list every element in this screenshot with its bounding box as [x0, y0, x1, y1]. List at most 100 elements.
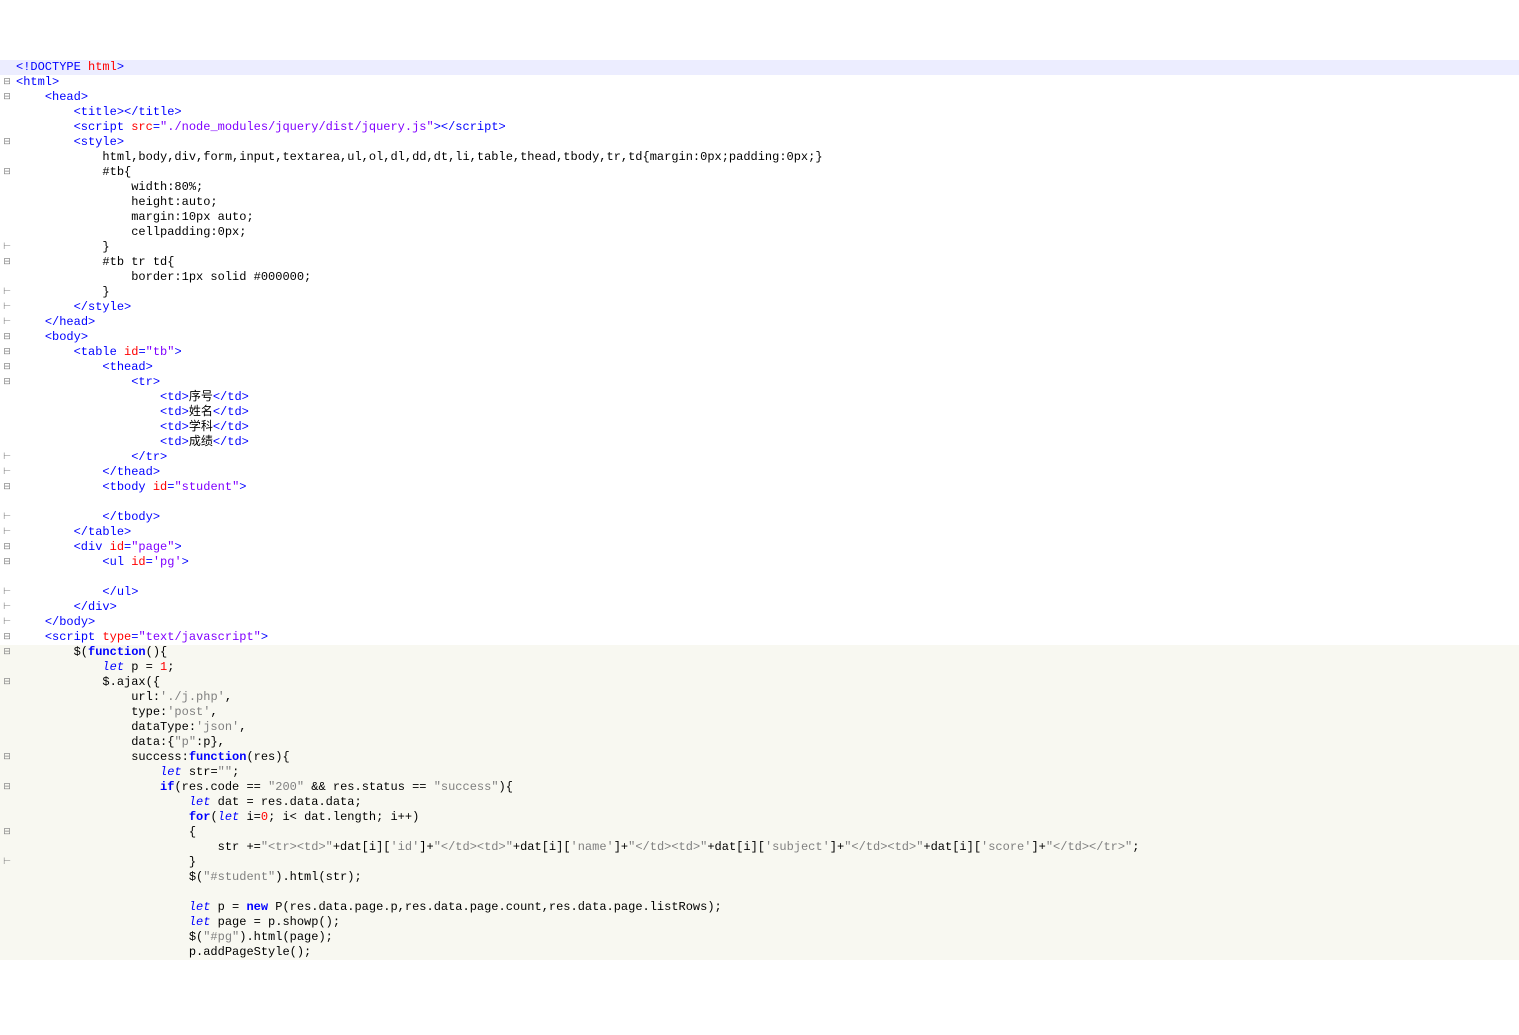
fold-gutter[interactable] — [0, 180, 14, 195]
code-line[interactable]: ⊟ <ul id='pg'> — [0, 555, 1519, 570]
code-content[interactable]: <thead> — [14, 360, 1519, 375]
code-content[interactable]: <ul id='pg'> — [14, 555, 1519, 570]
code-line[interactable]: height:auto; — [0, 195, 1519, 210]
fold-gutter[interactable] — [0, 900, 14, 915]
code-content[interactable]: $.ajax({ — [14, 675, 1519, 690]
code-content[interactable]: <tr> — [14, 375, 1519, 390]
code-line[interactable]: let p = new P(res.data.page.p,res.data.p… — [0, 900, 1519, 915]
code-content[interactable]: let p = 1; — [14, 660, 1519, 675]
code-line[interactable]: str +="<tr><td>"+dat[i]['id']+"</td><td>… — [0, 840, 1519, 855]
code-content[interactable]: } — [14, 855, 1519, 870]
fold-gutter[interactable]: ⊢ — [0, 600, 14, 615]
fold-gutter[interactable] — [0, 105, 14, 120]
code-line[interactable]: ⊟ if(res.code == "200" && res.status == … — [0, 780, 1519, 795]
code-content[interactable]: </head> — [14, 315, 1519, 330]
fold-gutter[interactable] — [0, 210, 14, 225]
code-line[interactable]: dataType:'json', — [0, 720, 1519, 735]
fold-gutter[interactable] — [0, 840, 14, 855]
code-line[interactable]: ⊟ <tr> — [0, 375, 1519, 390]
code-content[interactable]: <tbody id="student"> — [14, 480, 1519, 495]
fold-gutter[interactable]: ⊟ — [0, 345, 14, 360]
fold-gutter[interactable] — [0, 930, 14, 945]
fold-gutter[interactable] — [0, 915, 14, 930]
code-line[interactable]: ⊟ <tbody id="student"> — [0, 480, 1519, 495]
code-content[interactable]: </thead> — [14, 465, 1519, 480]
code-line[interactable]: ⊟ <head> — [0, 90, 1519, 105]
code-content[interactable]: </tbody> — [14, 510, 1519, 525]
code-editor[interactable]: <!DOCTYPE html>⊟<html>⊟ <head> <title></… — [0, 60, 1519, 960]
code-content[interactable]: <body> — [14, 330, 1519, 345]
code-line[interactable]: let p = 1; — [0, 660, 1519, 675]
code-line[interactable]: ⊟ <table id="tb"> — [0, 345, 1519, 360]
code-line[interactable]: ⊢ </tr> — [0, 450, 1519, 465]
code-content[interactable]: <td>序号</td> — [14, 390, 1519, 405]
code-content[interactable]: </style> — [14, 300, 1519, 315]
code-line[interactable]: ⊢ </head> — [0, 315, 1519, 330]
code-line[interactable]: <td>成绩</td> — [0, 435, 1519, 450]
fold-gutter[interactable]: ⊟ — [0, 90, 14, 105]
code-content[interactable]: $(function(){ — [14, 645, 1519, 660]
code-content[interactable]: cellpadding:0px; — [14, 225, 1519, 240]
fold-gutter[interactable]: ⊢ — [0, 285, 14, 300]
fold-gutter[interactable] — [0, 435, 14, 450]
code-content[interactable]: <head> — [14, 90, 1519, 105]
code-line[interactable]: ⊟ { — [0, 825, 1519, 840]
code-content[interactable]: <style> — [14, 135, 1519, 150]
code-line[interactable]: for(let i=0; i< dat.length; i++) — [0, 810, 1519, 825]
fold-gutter[interactable] — [0, 120, 14, 135]
code-content[interactable]: p.addPageStyle(); — [14, 945, 1519, 960]
code-content[interactable]: success:function(res){ — [14, 750, 1519, 765]
code-content[interactable]: <td>成绩</td> — [14, 435, 1519, 450]
code-line[interactable]: data:{"p":p}, — [0, 735, 1519, 750]
code-line[interactable]: ⊟ <div id="page"> — [0, 540, 1519, 555]
code-content[interactable]: $("#student").html(str); — [14, 870, 1519, 885]
fold-gutter[interactable] — [0, 405, 14, 420]
code-content[interactable] — [14, 570, 1519, 585]
code-line[interactable]: ⊟ success:function(res){ — [0, 750, 1519, 765]
code-line[interactable]: ⊟ <thead> — [0, 360, 1519, 375]
fold-gutter[interactable] — [0, 735, 14, 750]
fold-gutter[interactable]: ⊢ — [0, 585, 14, 600]
code-content[interactable]: #tb tr td{ — [14, 255, 1519, 270]
code-line[interactable]: let str=""; — [0, 765, 1519, 780]
code-content[interactable]: } — [14, 240, 1519, 255]
fold-gutter[interactable] — [0, 885, 14, 900]
code-content[interactable]: <td>姓名</td> — [14, 405, 1519, 420]
code-line[interactable]: ⊢ </table> — [0, 525, 1519, 540]
code-line[interactable]: ⊟ $.ajax({ — [0, 675, 1519, 690]
fold-gutter[interactable]: ⊟ — [0, 135, 14, 150]
fold-gutter[interactable] — [0, 870, 14, 885]
fold-gutter[interactable]: ⊢ — [0, 450, 14, 465]
code-line[interactable]: <td>学科</td> — [0, 420, 1519, 435]
code-line[interactable]: border:1px solid #000000; — [0, 270, 1519, 285]
code-content[interactable]: } — [14, 285, 1519, 300]
code-content[interactable]: let p = new P(res.data.page.p,res.data.p… — [14, 900, 1519, 915]
code-content[interactable]: html,body,div,form,input,textarea,ul,ol,… — [14, 150, 1519, 165]
code-content[interactable]: str +="<tr><td>"+dat[i]['id']+"</td><td>… — [14, 840, 1519, 855]
code-content[interactable]: let str=""; — [14, 765, 1519, 780]
fold-gutter[interactable] — [0, 810, 14, 825]
code-line[interactable]: ⊢ </tbody> — [0, 510, 1519, 525]
code-content[interactable]: margin:10px auto; — [14, 210, 1519, 225]
code-line[interactable] — [0, 495, 1519, 510]
code-content[interactable]: </body> — [14, 615, 1519, 630]
fold-gutter[interactable] — [0, 570, 14, 585]
code-content[interactable]: #tb{ — [14, 165, 1519, 180]
code-content[interactable]: <div id="page"> — [14, 540, 1519, 555]
code-line[interactable]: ⊟ <body> — [0, 330, 1519, 345]
code-content[interactable]: { — [14, 825, 1519, 840]
fold-gutter[interactable] — [0, 60, 14, 75]
code-content[interactable]: <script src="./node_modules/jquery/dist/… — [14, 120, 1519, 135]
code-line[interactable]: ⊟<html> — [0, 75, 1519, 90]
code-content[interactable]: data:{"p":p}, — [14, 735, 1519, 750]
fold-gutter[interactable]: ⊟ — [0, 360, 14, 375]
code-line[interactable]: <title></title> — [0, 105, 1519, 120]
fold-gutter[interactable]: ⊟ — [0, 480, 14, 495]
code-content[interactable]: if(res.code == "200" && res.status == "s… — [14, 780, 1519, 795]
fold-gutter[interactable]: ⊢ — [0, 615, 14, 630]
code-line[interactable]: ⊢ </div> — [0, 600, 1519, 615]
fold-gutter[interactable] — [0, 690, 14, 705]
fold-gutter[interactable]: ⊟ — [0, 555, 14, 570]
code-content[interactable]: </table> — [14, 525, 1519, 540]
code-content[interactable]: </tr> — [14, 450, 1519, 465]
